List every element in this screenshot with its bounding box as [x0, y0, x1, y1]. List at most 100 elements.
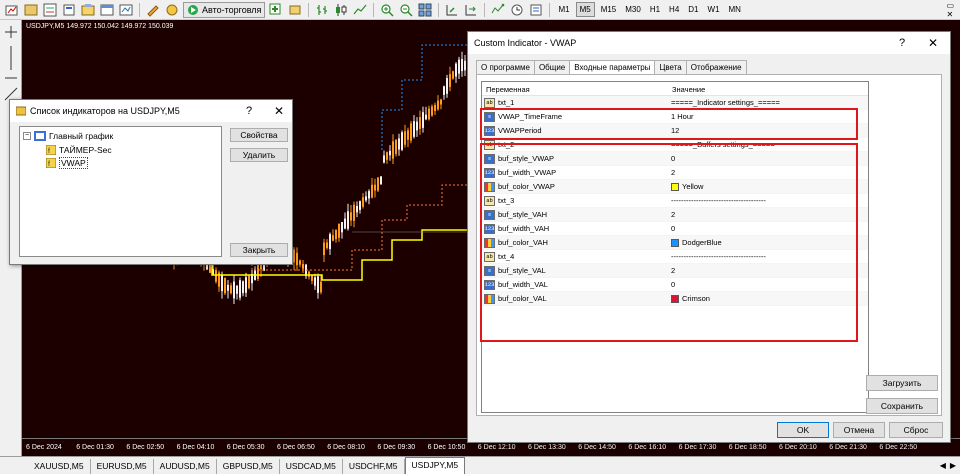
parameter-value-cell[interactable]: =====_Indicator settings_===== [668, 98, 868, 107]
candle-body [392, 141, 394, 159]
tree-item-vwap[interactable]: f VWAP [46, 157, 88, 169]
market-watch-icon[interactable] [42, 2, 58, 18]
candle-body [434, 104, 436, 112]
candle-body [224, 278, 226, 294]
timeframe-d1[interactable]: D1 [685, 3, 701, 16]
candle-body [230, 285, 232, 294]
periodicity-icon[interactable] [509, 2, 525, 18]
chart-objects-icon[interactable] [287, 2, 303, 18]
terminal-window: Авто-торговля M1 M5 M15 M30 H1 H4 D1 W1 … [0, 0, 960, 474]
candle-body [386, 152, 388, 160]
close-icon[interactable]: ✕ [274, 104, 284, 118]
timeframe-m15[interactable]: M15 [598, 3, 620, 16]
symbol-tab[interactable]: USDJPY,M5 [404, 457, 466, 474]
tile-windows-icon[interactable] [417, 2, 433, 18]
indicators-list-icon[interactable] [490, 2, 506, 18]
symbol-tab[interactable]: EURUSD,M5 [91, 459, 154, 474]
timeframe-h4[interactable]: H4 [666, 3, 682, 16]
help-icon[interactable]: ? [899, 37, 905, 49]
tab-about[interactable]: О программе [476, 60, 535, 74]
tree-item-timer[interactable]: f ТАЙМЕР-Sec [46, 145, 112, 155]
tab-common[interactable]: Общие [533, 60, 571, 74]
parameter-value: =====_Indicator settings_===== [671, 98, 780, 107]
timeframe-h1[interactable]: H1 [647, 3, 663, 16]
timeframe-w1[interactable]: W1 [705, 3, 723, 16]
auto-scroll-icon[interactable] [444, 2, 460, 18]
ok-button[interactable]: OK [777, 422, 829, 438]
highlight-indicator-settings [480, 108, 858, 140]
timeframe-m1[interactable]: M1 [555, 3, 572, 16]
zoom-in-icon[interactable] [379, 2, 395, 18]
tab-scroll-left-icon[interactable]: ◀ [940, 461, 946, 470]
toolbar-separator [139, 2, 140, 17]
symbol-tab[interactable]: XAUUSD,M5 [28, 459, 91, 474]
time-tick-label: 6 Dec 22:50 [879, 444, 918, 451]
tab-visualization[interactable]: Отображение [685, 60, 747, 74]
time-tick-label: 6 Dec 18:50 [728, 444, 767, 451]
candle-body [299, 260, 301, 265]
collapse-icon[interactable]: − [23, 132, 31, 140]
candle-body [374, 184, 376, 191]
properties-button[interactable]: Свойства [230, 128, 288, 142]
strategy-tester-icon[interactable] [118, 2, 134, 18]
reset-button[interactable]: Сброс [889, 422, 943, 438]
candle-body [227, 284, 229, 291]
candle-body [347, 211, 349, 229]
string-param-icon: ab [484, 97, 495, 108]
app-icon [16, 106, 26, 116]
indicator-list-title: Список индикаторов на USDJPY,M5 [30, 106, 180, 116]
tab-inputs[interactable]: Входные параметры [569, 60, 656, 74]
bar-chart-icon[interactable] [314, 2, 330, 18]
symbol-tab[interactable]: USDCHF,M5 [343, 459, 405, 474]
symbol-tab[interactable]: AUDUSD,M5 [154, 459, 217, 474]
load-button[interactable]: Загрузить [866, 375, 938, 391]
cancel-button[interactable]: Отмена [833, 422, 885, 438]
timeframe-m30[interactable]: M30 [622, 3, 644, 16]
close-window-icon[interactable]: ✕ [946, 11, 954, 19]
new-order-icon[interactable] [164, 2, 180, 18]
candle-body [401, 132, 403, 150]
candle-body [419, 117, 421, 129]
candle-body [407, 130, 409, 140]
candle-body [377, 177, 379, 191]
new-chart-icon[interactable] [4, 2, 20, 18]
add-indicator-icon[interactable] [268, 2, 284, 18]
symbol-tab-bar: XAUUSD,M5 EURUSD,M5 AUDUSD,M5 GBPUSD,M5 USDC… [0, 456, 960, 474]
crosshair-icon[interactable] [5, 26, 17, 38]
help-icon[interactable]: ? [246, 105, 252, 117]
templates-icon[interactable] [528, 2, 544, 18]
terminal-icon[interactable] [99, 2, 115, 18]
tab-scroll-right-icon[interactable]: ▶ [950, 461, 956, 470]
candle-body [350, 212, 352, 221]
tab-colors[interactable]: Цвета [654, 60, 687, 74]
custom-indicator-dialog: Custom Indicator - VWAP ? ✕ О программе … [467, 31, 951, 443]
candle-body [389, 150, 391, 156]
close-button[interactable]: Закрыть [230, 243, 288, 257]
metaeditor-icon[interactable] [145, 2, 161, 18]
auto-trading-button[interactable]: Авто-торговля [183, 1, 266, 18]
save-button[interactable]: Сохранить [866, 398, 938, 414]
tree-item-vwap-label: VWAP [59, 157, 88, 169]
close-icon[interactable]: ✕ [928, 36, 938, 50]
navigator-icon[interactable] [80, 2, 96, 18]
tree-root[interactable]: − Главный график [23, 131, 113, 141]
timeframe-mn[interactable]: MN [726, 3, 744, 16]
candle-body [440, 99, 442, 105]
candle-body [314, 277, 316, 286]
custom-indicator-titlebar: Custom Indicator - VWAP ? ✕ [468, 32, 950, 54]
time-tick-label: 6 Dec 13:30 [528, 444, 566, 451]
timeframe-m5[interactable]: M5 [575, 2, 595, 17]
candle-body [356, 206, 358, 213]
highlight-buffer-settings [480, 143, 858, 342]
restore-window-icon[interactable]: ▭ [946, 2, 954, 10]
data-window-icon[interactable] [61, 2, 77, 18]
symbol-tab[interactable]: GBPUSD,M5 [217, 459, 280, 474]
chart-shift-icon[interactable] [463, 2, 479, 18]
delete-button[interactable]: Удалить [230, 148, 288, 162]
profiles-icon[interactable] [23, 2, 39, 18]
symbol-tab[interactable]: USDCAD,M5 [280, 459, 343, 474]
time-tick-label: 6 Dec 09:30 [377, 444, 416, 451]
zoom-out-icon[interactable] [398, 2, 414, 18]
candlestick-icon[interactable] [333, 2, 349, 18]
line-chart-icon[interactable] [352, 2, 368, 18]
